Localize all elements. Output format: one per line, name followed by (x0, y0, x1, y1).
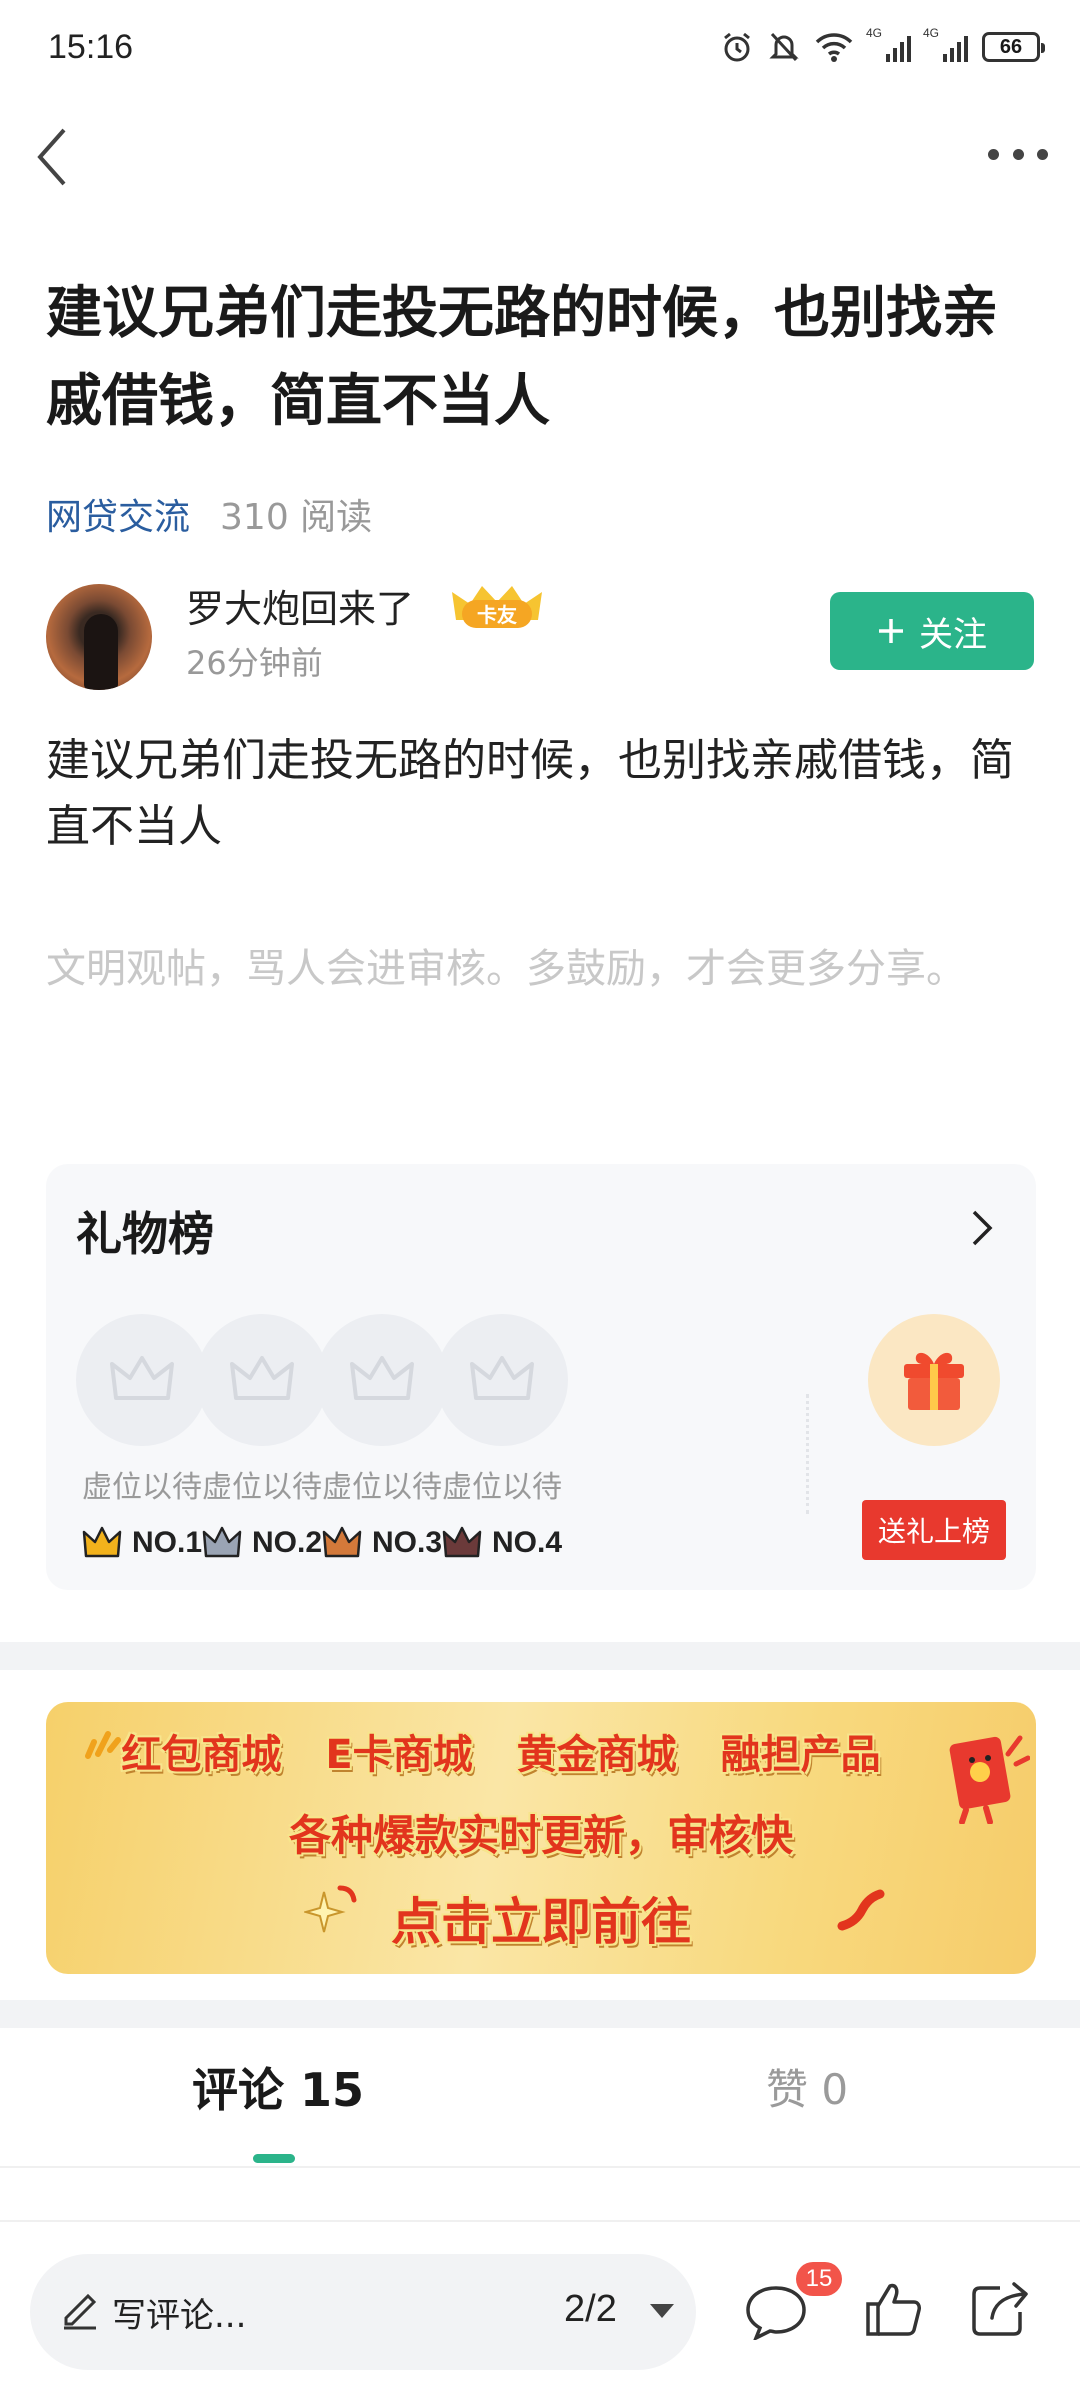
follow-label: 关注 (919, 614, 987, 655)
banner-cta: 点击立即前往 (391, 1893, 691, 1951)
wifi-icon (815, 33, 853, 62)
post-title: 建议兄弟们走投无路的时候，也别找亲戚借钱，简直不当人 (46, 281, 998, 434)
slot-label: 虚位以待 (82, 1470, 202, 1505)
gift-slot: 虚位以待 NO.4 (436, 1314, 568, 1560)
gift-slot: 虚位以待 NO.1 (76, 1314, 208, 1560)
crown-icon (202, 1526, 242, 1558)
follow-button[interactable]: 关注 (830, 592, 1034, 670)
alarm-icon (724, 32, 750, 62)
comment-icon[interactable] (744, 2284, 808, 2340)
gift-board: 礼物榜 虚位以待 NO.1 虚位以待 NO.2 虚位以待 NO.3 虚位以待 N… (46, 1164, 1036, 1590)
category-link[interactable]: 网贷交流 (46, 488, 190, 540)
crown-icon (322, 1526, 362, 1558)
gift-board-title: 礼物榜 (76, 1207, 214, 1261)
empty-slot-avatar (76, 1314, 208, 1446)
empty-slot-avatar (436, 1314, 568, 1446)
author-row: 罗大炮回来了 卡友 26分钟前 关注 (46, 578, 1034, 694)
tab-comments[interactable]: 评论 15 (192, 2054, 364, 2120)
gift-box-button[interactable] (868, 1314, 1000, 1446)
banner-subline: 各种爆款实时更新，审核快 (288, 1811, 793, 1860)
slot-label: 虚位以待 (322, 1470, 442, 1505)
gift-slot: 虚位以待 NO.2 (196, 1314, 328, 1560)
write-comment-input[interactable]: 写评论... 2/2 (30, 2254, 696, 2370)
write-comment-placeholder: 写评论... (112, 2296, 247, 2336)
pencil-icon (64, 2293, 97, 2330)
slot-rank: NO.3 (316, 1526, 448, 1560)
active-tab-indicator (253, 2154, 295, 2163)
bottom-action-bar: 写评论... 2/2 15 (0, 2220, 1080, 2400)
read-count: 310 阅读 (220, 497, 373, 538)
avatar[interactable] (46, 584, 152, 690)
plus-icon (879, 619, 903, 643)
promo-banner[interactable]: 红包商城 E卡商城 黄金商城 融担产品 各种爆款实时更新，审核快 点击立即前往 (46, 1702, 1036, 1974)
crown-icon (442, 1526, 482, 1558)
top-nav (0, 110, 1080, 200)
share-icon[interactable] (970, 2280, 1030, 2338)
red-envelope-icon (949, 1735, 1030, 1824)
banner-item: 融担产品 (720, 1732, 881, 1778)
gift-icon (904, 1352, 964, 1410)
crown-outline-icon (350, 1356, 414, 1400)
comment-count-badge: 15 (796, 2262, 842, 2296)
member-badge-label: 卡友 (477, 603, 517, 627)
slot-label: 虚位以待 (202, 1470, 322, 1505)
chevron-right-icon[interactable] (970, 1208, 994, 1248)
member-badge: 卡友 (452, 586, 542, 628)
battery-icon: 66 (982, 32, 1045, 62)
crown-outline-icon (230, 1356, 294, 1400)
slot-label: 虚位以待 (442, 1470, 562, 1505)
post-meta: 网贷交流 310 阅读 (46, 488, 372, 540)
post-body: 建议兄弟们走投无路的时候，也别找亲戚借钱，简直不当人 (46, 735, 1014, 852)
empty-slot-avatar (196, 1314, 328, 1446)
status-time: 15:16 (48, 28, 134, 66)
status-icons: 4G 4G 66 (720, 26, 1045, 64)
author-name[interactable]: 罗大炮回来了 (186, 578, 414, 633)
send-gift-button[interactable]: 送礼上榜 (862, 1500, 1006, 1560)
banner-items: 红包商城 E卡商城 黄金商城 融担产品 (46, 1722, 1036, 1780)
crown-outline-icon (110, 1356, 174, 1400)
signal-icon: 4G (923, 26, 968, 62)
caret-down-icon[interactable] (650, 2304, 674, 2318)
banner-item: E卡商城 (325, 1732, 473, 1778)
gift-slot: 虚位以待 NO.3 (316, 1314, 448, 1560)
tab-likes[interactable]: 赞 0 (766, 2056, 848, 2117)
comment-tabs: 评论 15 赞 0 (0, 2032, 1080, 2168)
slot-rank: NO.1 (76, 1526, 208, 1560)
page-indicator[interactable]: 2/2 (564, 2288, 617, 2331)
star-deco-icon (304, 1885, 357, 1933)
slot-rank: NO.4 (436, 1526, 568, 1560)
more-dots-icon[interactable] (988, 134, 1048, 174)
thumbs-up-icon[interactable] (864, 2280, 922, 2338)
banner-item: 红包商城 (121, 1732, 282, 1778)
signal-icon: 4G (866, 26, 911, 62)
crown-icon (82, 1526, 122, 1558)
status-bar: 15:16 4G 4G 66 (0, 0, 1080, 104)
crown-outline-icon (470, 1356, 534, 1400)
section-separator (0, 2000, 1080, 2028)
post-time: 26分钟前 (186, 644, 323, 682)
empty-slot-avatar (316, 1314, 448, 1446)
banner-item: 黄金商城 (516, 1732, 677, 1778)
civility-notice: 文明观帖，骂人会进审核。多鼓励，才会更多分享。 (46, 946, 966, 992)
section-separator (0, 1642, 1080, 1670)
chevron-left-icon[interactable] (28, 124, 80, 190)
divider (806, 1394, 809, 1514)
brush-deco-icon (837, 1889, 885, 1931)
slot-rank: NO.2 (196, 1526, 328, 1560)
mute-icon (769, 32, 799, 62)
